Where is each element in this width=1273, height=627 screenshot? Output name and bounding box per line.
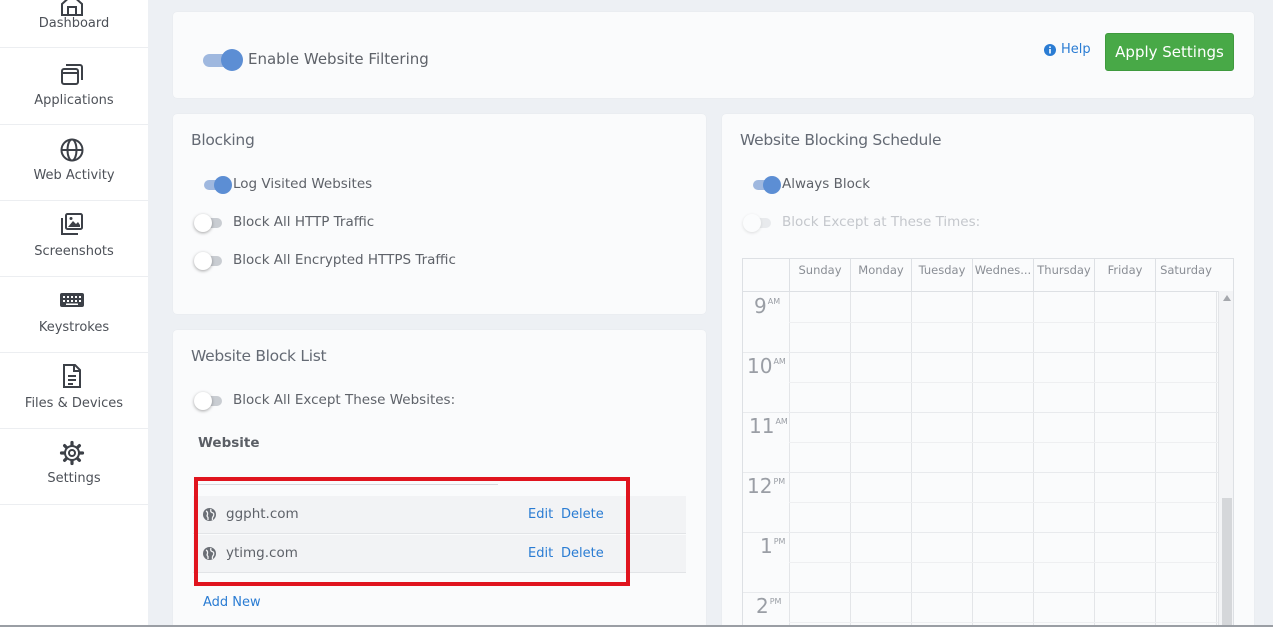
sidebar-item-label: Keystrokes: [38, 320, 110, 335]
sidebar-item-applications[interactable]: Applications: [0, 49, 148, 125]
schedule-calendar: Sunday Monday Tuesday Wednes... Thursday…: [742, 258, 1234, 627]
log-visited-toggle[interactable]: [202, 176, 232, 194]
sidebar-item-label: Applications: [34, 93, 114, 108]
block-http-label: Block All HTTP Traffic: [233, 214, 375, 230]
block-except-times-toggle[interactable]: [743, 214, 773, 232]
scrollbar-thumb[interactable]: [1222, 498, 1232, 627]
add-new-link[interactable]: Add New: [203, 595, 261, 610]
file-icon: [63, 364, 81, 388]
windows-icon: [61, 64, 83, 85]
sidebar-item-label: Screenshots: [34, 244, 114, 259]
sidebar-item-files-devices[interactable]: Files & Devices: [0, 353, 148, 429]
website-column-header[interactable]: Website: [198, 435, 260, 451]
always-block-label: Always Block: [782, 176, 871, 192]
hour-label: 11AM: [749, 414, 788, 438]
day-header-friday: Friday: [1094, 259, 1155, 291]
hour-label: 1PM: [760, 534, 786, 558]
sidebar-item-label: Dashboard: [38, 16, 110, 31]
sidebar-item-keystrokes[interactable]: Keystrokes: [0, 277, 148, 353]
hour-label: 10AM: [747, 354, 786, 378]
block-all-except-label: Block All Except These Websites:: [233, 392, 456, 408]
day-header-thursday: Thursday: [1033, 259, 1094, 291]
highlight-box: [194, 477, 630, 586]
globe-icon: [60, 138, 84, 162]
schedule-title: Website Blocking Schedule: [740, 131, 942, 149]
block-list-title: Website Block List: [191, 347, 327, 365]
schedule-scrollbar[interactable]: [1218, 291, 1233, 627]
sidebar: Dashboard Applications Web Activity Scre…: [0, 0, 148, 627]
keyboard-icon: [60, 293, 84, 307]
schedule-grid[interactable]: 9AM 10AM 11AM 12PM 1PM 2PM: [743, 291, 1218, 627]
scroll-up-arrow-icon[interactable]: [1223, 295, 1231, 301]
block-https-label: Block All Encrypted HTTPS Traffic: [233, 252, 456, 268]
sidebar-item-label: Web Activity: [33, 168, 115, 183]
enable-filtering-toggle[interactable]: [203, 49, 243, 71]
block-except-times-label: Block Except at These Times:: [782, 214, 981, 230]
sidebar-item-dashboard[interactable]: Dashboard: [0, 0, 148, 48]
enable-filtering-label: Enable Website Filtering: [248, 50, 429, 68]
hour-label: 2PM: [756, 594, 782, 618]
sidebar-item-label: Settings: [47, 471, 101, 486]
block-all-except-toggle[interactable]: [194, 392, 224, 410]
day-header-tuesday: Tuesday: [911, 259, 972, 291]
blocking-title: Blocking: [191, 131, 255, 149]
images-icon: [61, 213, 83, 235]
sidebar-item-label: Files & Devices: [24, 396, 124, 411]
hour-label: 12PM: [747, 474, 786, 498]
sidebar-item-settings[interactable]: Settings: [0, 429, 148, 505]
apply-settings-button[interactable]: Apply Settings: [1105, 33, 1234, 71]
day-header-saturday: Saturday: [1155, 259, 1216, 291]
block-http-toggle[interactable]: [194, 214, 224, 232]
gear-icon: [59, 440, 85, 466]
day-header-monday: Monday: [850, 259, 911, 291]
always-block-toggle[interactable]: [751, 176, 781, 194]
log-visited-label: Log Visited Websites: [233, 176, 373, 192]
info-icon: [1044, 44, 1056, 56]
day-header-wednesday: Wednes...: [972, 259, 1033, 291]
day-header-sunday: Sunday: [789, 259, 850, 291]
sidebar-item-web-activity[interactable]: Web Activity: [0, 125, 148, 201]
sidebar-item-screenshots[interactable]: Screenshots: [0, 201, 148, 277]
help-link[interactable]: Help: [1061, 42, 1091, 57]
block-https-toggle[interactable]: [194, 252, 224, 270]
hour-label: 9AM: [754, 294, 781, 318]
